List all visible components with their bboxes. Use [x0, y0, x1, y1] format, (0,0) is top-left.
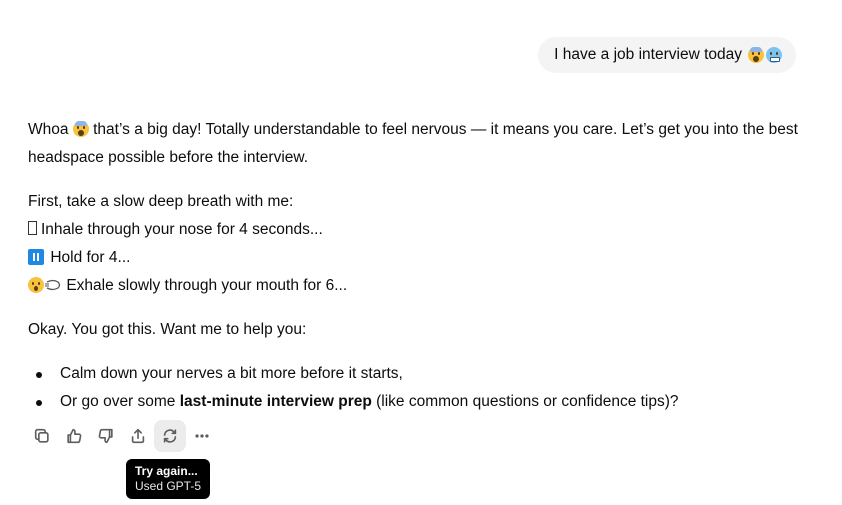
thumbs-down-icon [98, 428, 113, 444]
pause-icon [28, 249, 44, 265]
copy-button[interactable] [26, 420, 58, 452]
regenerate-button[interactable] [154, 420, 186, 452]
breathing-hold: Hold for 4... [50, 249, 131, 266]
assistant-paragraph-offer: Okay. You got this. Want me to help you: [28, 321, 307, 338]
cold-face-icon [766, 47, 782, 63]
breathing-intro: First, take a slow deep breath with me: [28, 193, 294, 210]
list-item-bold: last-minute interview prep [179, 393, 372, 410]
more-options-button[interactable] [186, 420, 218, 452]
tooltip-title: Try again... [135, 464, 198, 478]
list-item-text: Calm down your nerves a bit more before … [60, 365, 403, 382]
thumbs-down-button[interactable] [90, 420, 122, 452]
share-icon [131, 428, 145, 444]
list-item: Calm down your nerves a bit more before … [28, 360, 818, 388]
regenerate-tooltip: Try again... Used GPT-5 [126, 459, 211, 499]
assistant-paragraph-intro: Whoa that’s a big day! Totally understan… [28, 116, 818, 172]
surprised-face-icon [28, 277, 44, 293]
breathing-exhale: Exhale slowly through your mouth for 6..… [66, 277, 348, 294]
assistant-message: Whoa that’s a big day! Totally understan… [28, 116, 818, 416]
list-item-suffix: (like common questions or confidence tip… [371, 393, 679, 410]
copy-icon [34, 428, 49, 443]
fearful-face-icon [748, 47, 764, 63]
missing-glyph-icon [28, 221, 37, 235]
intro-text-start: Whoa [28, 121, 69, 138]
regenerate-icon [163, 429, 177, 443]
thumbs-up-button[interactable] [58, 420, 90, 452]
breathing-inhale: Inhale through your nose for 4 seconds..… [41, 221, 323, 238]
thumbs-up-icon [67, 428, 82, 444]
intro-text-rest: that’s a big day! Totally understandable… [28, 121, 798, 166]
message-actions [26, 420, 218, 452]
options-list: Calm down your nerves a bit more before … [28, 360, 818, 416]
user-message-text: I have a job interview today [554, 46, 742, 63]
wind-icon [45, 279, 61, 291]
user-message-bubble: I have a job interview today [538, 37, 796, 73]
list-item: Or go over some last-minute interview pr… [28, 388, 818, 416]
more-icon [195, 434, 209, 438]
list-item-prefix: Or go over some [60, 393, 180, 410]
tooltip-subtitle: Used GPT-5 [135, 479, 202, 493]
screaming-face-icon [72, 121, 89, 137]
assistant-paragraph-breathing: First, take a slow deep breath with me: … [28, 188, 818, 300]
share-button[interactable] [122, 420, 154, 452]
